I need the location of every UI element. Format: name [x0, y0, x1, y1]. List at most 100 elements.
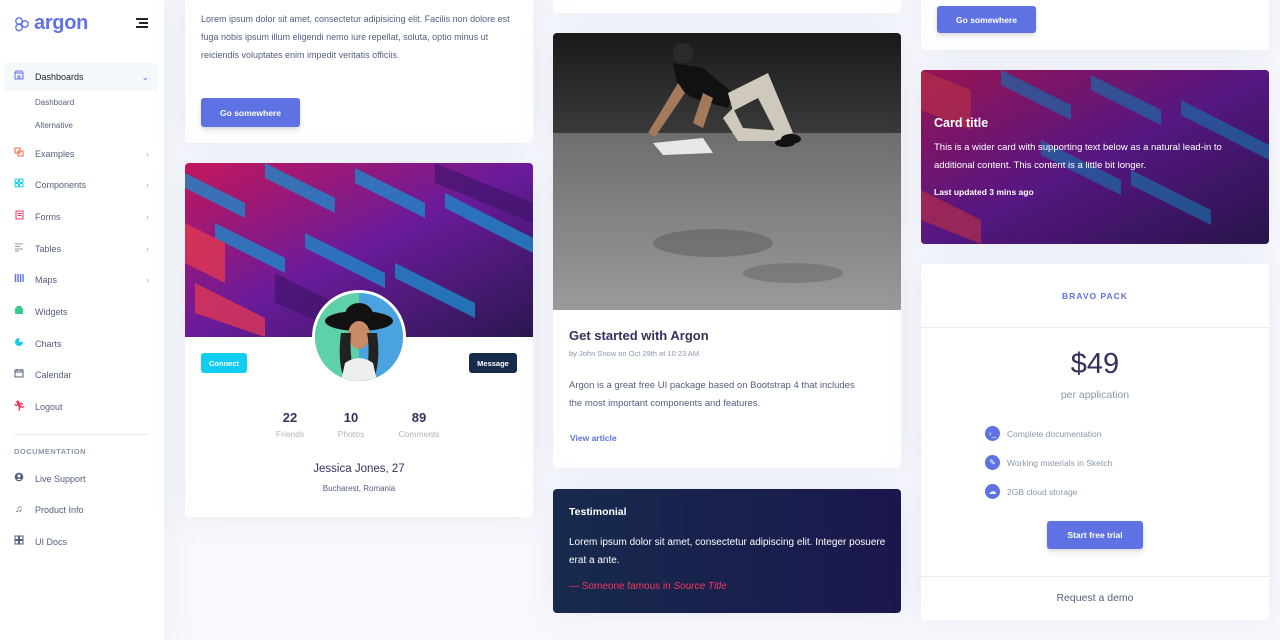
sidebar-item-examples[interactable]: Examples ›: [4, 140, 158, 168]
feature-item: ☁ 2GB cloud storage: [985, 484, 1077, 499]
sidebar-item-components[interactable]: Components ›: [4, 171, 158, 199]
terminal-icon: ›_: [985, 426, 1000, 441]
sidebar-item-ui-docs[interactable]: UI Docs: [4, 528, 158, 556]
sidenav-toggle-icon[interactable]: [136, 18, 148, 30]
article-text: Argon is a great free UI package based o…: [569, 380, 855, 409]
profile-location: Bucharest, Romania: [322, 484, 396, 493]
hdd-icon: ☁: [985, 484, 1000, 499]
stat-label: Photos: [337, 429, 365, 439]
profile-name-text: Jessica Jones: [313, 463, 386, 475]
testimonial-footer: — Someone famous in Source Title: [569, 581, 727, 592]
brand-name: argon: [34, 12, 89, 34]
sidebar-item-forms[interactable]: Forms ›: [4, 203, 158, 231]
archive-icon: [13, 305, 25, 319]
article-title: Get started with Argon: [569, 328, 709, 343]
start-free-trial-button[interactable]: Start free trial: [1047, 521, 1143, 549]
testimonial-card: Testimonial Lorem ipsum dolor sit amet, …: [553, 489, 901, 613]
sidebar-item-maps[interactable]: Maps ›: [4, 266, 158, 294]
go-somewhere-button[interactable]: Go somewhere: [201, 98, 300, 127]
sidebar-item-label: Live Support: [35, 474, 86, 484]
stat-number: 10: [343, 410, 359, 425]
circle-user-icon: [13, 472, 25, 486]
pricing-period: per application: [1060, 389, 1130, 401]
sidebar-item-calendar[interactable]: Calendar: [4, 361, 158, 389]
stat-number: 89: [411, 410, 427, 425]
feature-label: 2GB cloud storage: [1007, 486, 1078, 497]
pricing-footer-divider: [921, 576, 1269, 577]
card-text: This is a wider card with supporting tex…: [934, 142, 1222, 171]
stat-photos: 10 Photos: [321, 410, 381, 439]
sidebar-item-label: Widgets: [35, 307, 68, 317]
map-big-icon: [13, 273, 25, 287]
feature-item: ✎ Working materials in Sketch: [985, 455, 1112, 470]
view-article-link[interactable]: View article: [570, 433, 617, 443]
stat-label: Friends: [275, 429, 305, 439]
request-demo-link[interactable]: Request a demo: [921, 592, 1269, 604]
sidebar-divider: [14, 434, 148, 435]
testimonial-text: Lorem ipsum dolor sit amet, consectetur …: [569, 537, 886, 566]
image-overlay-card: Card title This is a wider card with sup…: [921, 70, 1269, 244]
chevron-right-icon: ›: [146, 275, 149, 285]
chevron-right-icon: ›: [146, 212, 149, 222]
pricing-divider: [921, 327, 1269, 328]
chevron-right-icon: ›: [146, 244, 149, 254]
sidebar-item-label: Components: [35, 180, 87, 190]
testimonial-title: Testimonial: [569, 506, 627, 518]
brand-logo[interactable]: argon: [14, 12, 88, 35]
text-card-right: Go somewhere: [921, 0, 1269, 50]
argon-logo-icon: [15, 16, 29, 31]
card-updated: Last updated 3 mins ago: [934, 187, 1034, 197]
sidebar-item-widgets[interactable]: Widgets: [4, 298, 158, 326]
sidebar-item-product-info[interactable]: ♫ Product Info: [4, 496, 158, 524]
card-text: Lorem ipsum dolor sit amet, consectetur …: [201, 14, 510, 60]
sidebar-subitem-alternative[interactable]: Alternative: [35, 121, 73, 130]
calendar-icon: [13, 368, 25, 382]
chevron-right-icon: ›: [146, 149, 149, 159]
sidebar-item-label: Dashboards: [35, 72, 84, 82]
ungroup-icon: [13, 147, 25, 161]
message-button[interactable]: Message: [469, 353, 517, 373]
stat-friends: 22 Friends: [260, 410, 320, 439]
align-left-icon: [13, 242, 25, 256]
sidebar-item-label: Tables: [35, 244, 62, 254]
sidebar-item-label: UI Docs: [35, 537, 68, 547]
article-meta: by John Snow on Oct 29th at 10:23 AM: [569, 349, 700, 358]
pen-icon: ✎: [985, 455, 1000, 470]
sidebar-item-label: Maps: [35, 275, 58, 285]
sidebar-item-label: Product Info: [35, 505, 84, 515]
components-icon: [13, 535, 25, 549]
shop-icon: [13, 70, 25, 84]
card-title: Card title: [934, 116, 989, 130]
sidebar-item-label: Forms: [35, 212, 61, 222]
music-icon: ♫: [15, 504, 23, 515]
testimonial-author: — Someone famous in: [569, 581, 674, 592]
sidebar-item-tables[interactable]: Tables ›: [4, 235, 158, 263]
pricing-price: $49: [1070, 348, 1120, 380]
sidebar-item-label: Calendar: [35, 370, 72, 380]
pricing-pack-title: BRAVO PACK: [1062, 291, 1128, 301]
chevron-right-icon: ›: [146, 180, 149, 190]
go-somewhere-button[interactable]: Go somewhere: [937, 6, 1036, 33]
sidebar-item-label: Charts: [35, 339, 62, 349]
feature-item: ›_ Complete documentation: [985, 426, 1102, 441]
profile-name: Jessica Jones, 27: [185, 463, 533, 475]
avatar: [312, 290, 406, 384]
profile-age: , 27: [385, 463, 405, 475]
text-card: Lorem ipsum dolor sit amet, consectetur …: [185, 0, 533, 143]
stat-label: Comments: [398, 429, 440, 439]
sidebar-item-label: Logout: [35, 402, 63, 412]
sidebar: argon Dashboards ⌄ Dashboard Alternative…: [0, 0, 164, 640]
sidebar-item-charts[interactable]: Charts: [4, 330, 158, 358]
sidebar-item-logout[interactable]: 🏃︎ Logout: [4, 393, 158, 421]
sidebar-item-dashboards[interactable]: Dashboards ⌄: [4, 63, 158, 91]
sidebar-item-label: Examples: [35, 149, 75, 159]
testimonial-source: Source Title: [673, 581, 727, 592]
connect-button[interactable]: Connect: [201, 353, 247, 373]
sidebar-subitem-dashboard[interactable]: Dashboard: [35, 98, 74, 107]
pricing-card: BRAVO PACK $49 per application ›_ Comple…: [921, 264, 1269, 620]
feature-label: Working materials in Sketch: [1007, 457, 1113, 468]
stat-number: 22: [282, 410, 298, 425]
feature-label: Complete documentation: [1007, 428, 1102, 439]
user-run-icon: 🏃︎: [13, 401, 26, 412]
sidebar-item-live-support[interactable]: Live Support: [4, 465, 158, 493]
